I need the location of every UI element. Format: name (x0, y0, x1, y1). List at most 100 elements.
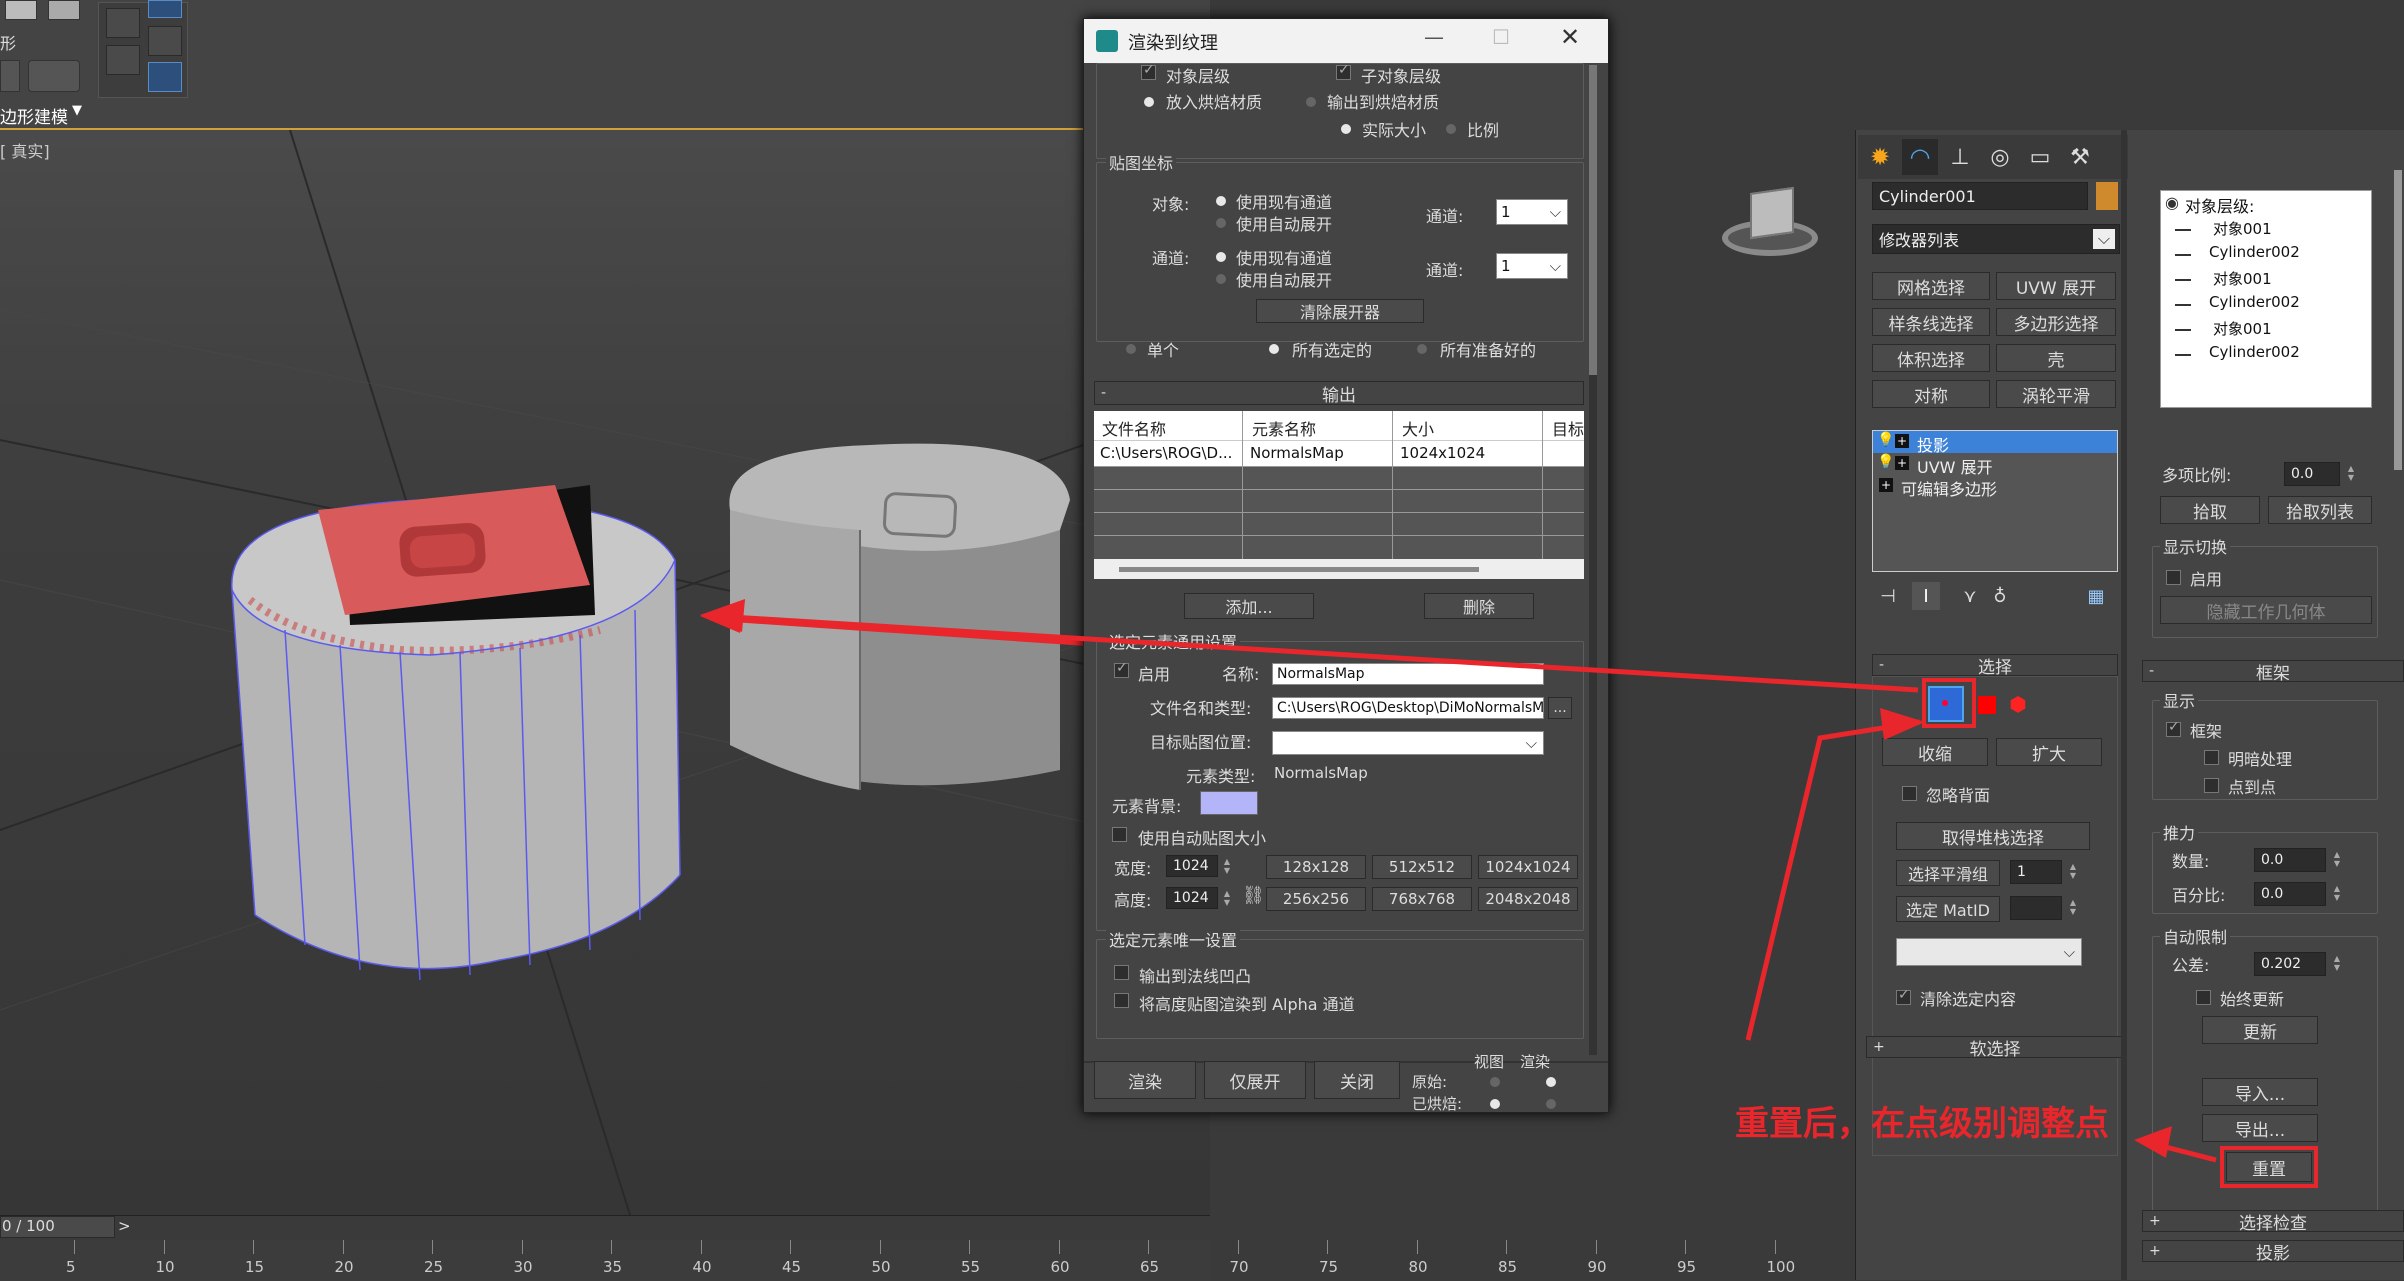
shaded-checkbox[interactable] (2204, 750, 2219, 765)
size-1024-button[interactable]: 1024x1024 (1478, 855, 1578, 879)
frame-counter[interactable]: 0 / 100 (2, 1217, 55, 1235)
clear-selection-checkbox[interactable] (1896, 987, 1911, 1005)
chevron-down-icon[interactable]: ▼ (72, 103, 82, 118)
channel-select-2[interactable]: 1 ⌵ (1496, 253, 1568, 279)
hide-working-geometry-button[interactable]: 隐藏工作几何体 (2160, 596, 2372, 624)
plus-icon[interactable]: + (1879, 478, 1893, 492)
pick-button[interactable]: 拾取 (2160, 496, 2260, 524)
amount-spinner[interactable]: ▲ ▼ (2330, 850, 2344, 868)
toolbar-icon[interactable] (148, 26, 182, 56)
soft-selection-rollout-header[interactable]: + 软选择 (1866, 1036, 2124, 1060)
height-input[interactable]: 1024 (1166, 887, 1218, 909)
size-128-button[interactable]: 128x128 (1266, 855, 1366, 879)
uvw-unwrap-button[interactable]: UVW 展开 (1996, 272, 2116, 300)
mesh-select-button[interactable]: 网格选择 (1872, 272, 1990, 300)
mode-label[interactable]: 边形建模 (0, 103, 68, 128)
dialog-titlebar[interactable]: 渲染到纹理 — ☐ ✕ (1084, 19, 1608, 63)
shell-button[interactable]: 壳 (1996, 344, 2116, 372)
timeline[interactable]: 0 / 100 > 5 10 15 20 25 30 35 40 45 50 55 60 65 70 75 8… (0, 1215, 1795, 1281)
output-bake-material-radio[interactable] (1306, 97, 1316, 107)
utilities-tab-icon[interactable]: ⚒ (2062, 139, 2098, 175)
col-filename[interactable]: 文件名称 (1102, 416, 1166, 440)
size-2048-button[interactable]: 2048x2048 (1478, 887, 1578, 911)
stack-item-uvw[interactable]: 💡 + UVW 展开 (1873, 453, 2117, 477)
plus-icon[interactable]: + (1895, 456, 1909, 470)
viewport[interactable] (0, 130, 1210, 1215)
pin-stack-icon[interactable]: ⊣ (1874, 582, 1902, 610)
auto-map-size-checkbox[interactable] (1112, 827, 1127, 842)
obj-auto-unwrap-radio[interactable] (1216, 218, 1226, 228)
selection-rollout-header[interactable]: - 选择 (1872, 654, 2118, 678)
viewcube[interactable] (1722, 186, 1818, 256)
put-bake-material-radio[interactable] (1144, 97, 1154, 107)
turbosmooth-button[interactable]: 涡轮平滑 (1996, 380, 2116, 408)
width-spinner[interactable]: ▲ ▼ (1220, 857, 1234, 875)
all-prepared-radio[interactable] (1417, 344, 1427, 354)
panel-scrollbar[interactable] (2394, 170, 2402, 470)
smooth-group-spinner[interactable]: ▲ ▼ (2066, 862, 2080, 880)
tree-item[interactable]: 对象001 (2213, 218, 2272, 239)
enable-cage-checkbox[interactable] (2166, 570, 2181, 585)
timeline-ruler[interactable]: 5 10 15 20 25 30 35 40 45 50 55 60 65 70 75 80 85 90 95 100 (0, 1240, 1795, 1281)
add-button[interactable]: 添加... (1184, 593, 1314, 619)
baked-render-radio[interactable] (1546, 1099, 1556, 1109)
ignore-backface-checkbox[interactable] (1902, 786, 1917, 801)
get-stack-selection-button[interactable]: 取得堆栈选择 (1896, 822, 2090, 850)
tolerance-spinner[interactable]: ▲ ▼ (2330, 954, 2344, 972)
ratio-radio[interactable] (1446, 124, 1456, 134)
height-alpha-checkbox[interactable] (1114, 993, 1129, 1008)
cage-checkbox[interactable] (2166, 719, 2181, 737)
multi-ratio-spinner[interactable]: ▲ ▼ (2344, 464, 2358, 482)
toolbar-icon[interactable] (48, 0, 80, 20)
toolbar-icon[interactable] (0, 60, 20, 92)
tree-item[interactable]: Cylinder002 (2209, 343, 2300, 361)
remove-modifier-icon[interactable]: ♁ (1986, 582, 2014, 610)
import-button[interactable]: 导入... (2202, 1078, 2318, 1106)
face-mode-button[interactable] (1978, 696, 1996, 714)
close-icon[interactable]: ✕ (1560, 23, 1580, 51)
table-scrollbar[interactable] (1094, 559, 1584, 579)
select-check-rollout[interactable]: + 选择检查 (2142, 1210, 2404, 1234)
output-rollout-header[interactable]: - 输出 (1094, 381, 1584, 406)
sub-existing-channel-radio[interactable] (1216, 252, 1226, 262)
tree-item[interactable]: 对象001 (2213, 318, 2272, 339)
col-element-name[interactable]: 元素名称 (1252, 416, 1316, 440)
percent-input[interactable]: 0.0 (2254, 882, 2326, 906)
create-tab-icon[interactable]: ✹ (1862, 139, 1898, 175)
export-button[interactable]: 导出... (2202, 1114, 2318, 1142)
object-color-swatch[interactable] (2096, 182, 2118, 210)
target-map-select[interactable]: ⌵ (1272, 731, 1544, 755)
object-name-input[interactable]: Cylinder001 (1872, 182, 2088, 210)
toolbar-icon[interactable] (148, 0, 182, 18)
object-level-checkbox[interactable] (1141, 62, 1156, 80)
tree-item[interactable]: Cylinder002 (2209, 243, 2300, 261)
table-row[interactable]: C:\Users\ROG\D... NormalsMap 1024x1024 (1094, 441, 1584, 467)
modify-tab-icon[interactable]: ◠ (1902, 139, 1938, 175)
delete-button[interactable]: 删除 (1424, 593, 1534, 619)
symmetry-button[interactable]: 对称 (1872, 380, 1990, 408)
poly-select-button[interactable]: 多边形选择 (1996, 308, 2116, 336)
output-normal-bump-checkbox[interactable] (1114, 965, 1129, 980)
modifier-list-select[interactable]: 修改器列表 ⌵ (1872, 224, 2120, 254)
volume-select-button[interactable]: 体积选择 (1872, 344, 1990, 372)
select-smooth-group-button[interactable]: 选择平滑组 (1896, 860, 2000, 886)
smooth-group-select[interactable]: ⌵ (1896, 938, 2082, 966)
percent-spinner[interactable]: ▲ ▼ (2330, 884, 2344, 902)
matid-spinner[interactable]: ▲ ▼ (2066, 898, 2080, 916)
height-spinner[interactable]: ▲ ▼ (1220, 889, 1234, 907)
cage-rollout-header[interactable]: - 框架 (2142, 660, 2404, 684)
matid-input[interactable] (2010, 896, 2062, 920)
update-button[interactable]: 更新 (2202, 1016, 2318, 1044)
stack-item-projection[interactable]: 💡 + 投影 (1873, 431, 2117, 455)
next-frame-button[interactable]: > (118, 1217, 131, 1235)
element-mode-button[interactable]: ⬢ (2006, 692, 2030, 716)
toolbar-icon[interactable] (106, 45, 140, 75)
name-input[interactable]: NormalsMap (1272, 663, 1544, 685)
amount-input[interactable]: 0.0 (2254, 848, 2326, 872)
unwrap-only-button[interactable]: 仅展开 (1204, 1061, 1306, 1099)
make-unique-icon[interactable]: ⋎ (1956, 582, 1984, 610)
dialog-scrollbar[interactable] (1589, 65, 1597, 1055)
original-render-radio[interactable] (1546, 1077, 1556, 1087)
col-target[interactable]: 目标 (1552, 416, 1584, 440)
element-bg-swatch[interactable] (1200, 791, 1258, 815)
